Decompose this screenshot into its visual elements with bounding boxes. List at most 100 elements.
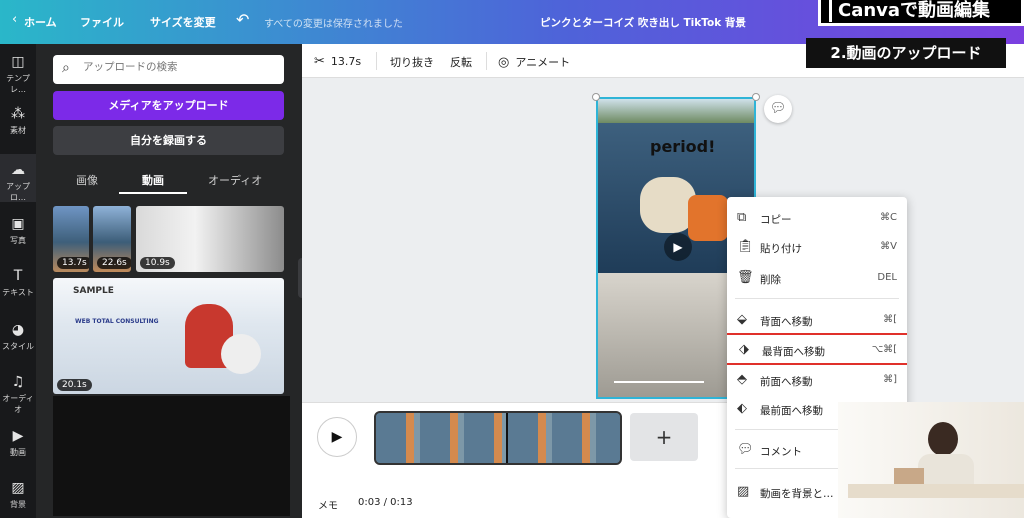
- timecode: 0:03 / 0:13: [358, 497, 413, 508]
- video-icon: ▶: [12, 428, 24, 444]
- animate-button[interactable]: ◎ アニメート: [498, 54, 570, 70]
- menu-shortcut: ⌘V: [880, 241, 897, 252]
- copy-icon: ⧉: [737, 210, 747, 225]
- media-tabs: 画像 動画 オーディオ: [53, 168, 284, 194]
- uploads-panel: ⌕ メディアをアップロード 自分を録画する 画像 動画 オーディオ 13.7s …: [36, 44, 302, 518]
- tab-images[interactable]: 画像: [76, 172, 98, 188]
- rail-item-elements[interactable]: ⁂ 素材: [0, 106, 36, 136]
- animate-label: アニメート: [515, 56, 571, 69]
- menu-item-copy[interactable]: ⧉ コピー ⌘C: [727, 205, 907, 231]
- video-thumbnail[interactable]: SAMPLE WEB TOTAL CONSULTING 20.1s: [53, 278, 284, 394]
- menu-label: 前面へ移動: [760, 376, 813, 388]
- rail-item-audio[interactable]: ♫ オーディオ: [0, 374, 36, 415]
- add-page-button[interactable]: +: [630, 413, 698, 461]
- send-backward-icon: ⬙: [737, 312, 747, 327]
- search-input[interactable]: [83, 61, 273, 73]
- subtitle-overlay: 2.動画のアップロード: [806, 38, 1006, 68]
- resize-menu[interactable]: サイズを変更: [150, 14, 216, 30]
- background-icon: ▨: [737, 484, 750, 499]
- document-title[interactable]: ピンクとターコイズ 吹き出し TikTok 背景: [540, 15, 746, 30]
- bring-forward-icon: ⬘: [737, 372, 747, 387]
- video-caption: period!: [650, 137, 716, 156]
- menu-label: 最背面へ移動: [762, 346, 825, 358]
- playhead[interactable]: [502, 413, 512, 463]
- rail-item-uploads[interactable]: ☁ アップロ…: [0, 154, 36, 202]
- video-title-overlay: Canvaで動画編集: [818, 0, 1024, 26]
- play-button[interactable]: ▶: [317, 417, 357, 457]
- play-icon: ▶: [331, 429, 343, 445]
- layout-icon: ◫: [11, 54, 25, 70]
- rail-label: 写真: [10, 236, 26, 245]
- overlay-title-text: Canvaで動画編集: [838, 0, 991, 21]
- rail-item-background[interactable]: ▨ 背景: [0, 480, 36, 510]
- elements-icon: ⁂: [11, 106, 25, 122]
- video-thumbnail[interactable]: 13.7s: [53, 206, 89, 272]
- chevron-left-icon[interactable]: ‹: [12, 12, 17, 27]
- comment-icon: 💬︎: [769, 101, 787, 116]
- menu-item-paste[interactable]: 📋︎ 貼り付け ⌘V: [727, 234, 907, 260]
- scissors-icon: ✂: [314, 54, 325, 69]
- upload-media-button[interactable]: メディアをアップロード: [53, 91, 284, 120]
- menu-label: 動画を背景と…: [760, 488, 834, 500]
- rail-item-templates[interactable]: ◫ テンプレ…: [0, 54, 36, 95]
- video-thumbnail[interactable]: 10.9s: [136, 206, 284, 272]
- tab-audio[interactable]: オーディオ: [208, 172, 262, 188]
- rail-label: 動画: [10, 448, 26, 457]
- background-icon: ▨: [11, 480, 25, 496]
- crop-button[interactable]: 切り抜き: [390, 54, 434, 70]
- notes-button[interactable]: メモ: [318, 497, 338, 512]
- rail-item-styles[interactable]: ◕ スタイル: [0, 322, 36, 352]
- duration-label: 13.7s: [330, 55, 362, 68]
- rail-label: オーディオ: [2, 394, 34, 414]
- play-icon[interactable]: ▶: [664, 233, 692, 261]
- rail-label: 背景: [10, 500, 26, 509]
- search-box[interactable]: ⌕: [53, 55, 284, 84]
- paste-icon: 📋︎: [737, 239, 754, 254]
- side-nav: ◫ テンプレ… ⁂ 素材 ☁ アップロ… ▣ 写真 T テキスト ◕ スタイル ♫ オーディオ…: [0, 44, 36, 518]
- add-comment-button[interactable]: 💬︎: [764, 95, 792, 123]
- menu-label: コメント: [760, 446, 802, 458]
- thumbnail-subtitle: WEB TOTAL CONSULTING: [75, 318, 159, 325]
- flip-button[interactable]: 反転: [450, 54, 472, 70]
- rail-label: アップロ…: [6, 182, 30, 202]
- record-yourself-button[interactable]: 自分を録画する: [53, 126, 284, 155]
- resize-handle[interactable]: [592, 93, 600, 101]
- text-icon: T: [13, 268, 23, 284]
- panel-empty-area: [53, 396, 290, 516]
- file-menu[interactable]: ファイル: [80, 14, 124, 30]
- menu-shortcut: ⌘[: [883, 314, 897, 325]
- photo-icon: ▣: [11, 216, 25, 232]
- undo-icon[interactable]: ↶: [236, 10, 249, 29]
- video-progress: [614, 381, 704, 383]
- rail-item-video[interactable]: ▶ 動画: [0, 428, 36, 458]
- divider: [376, 52, 377, 70]
- menu-divider: [735, 298, 899, 299]
- video-thumbnail[interactable]: 22.6s: [93, 206, 131, 272]
- trash-icon: 🗑︎: [737, 270, 754, 285]
- menu-shortcut: ⌥⌘[: [871, 344, 897, 355]
- resize-handle[interactable]: [752, 93, 760, 101]
- duration-badge: 10.9s: [140, 257, 175, 269]
- active-tab-indicator: [119, 192, 187, 194]
- tab-videos[interactable]: 動画: [142, 172, 164, 188]
- send-to-back-icon: ⬗: [739, 342, 749, 357]
- timeline-clip[interactable]: [374, 411, 622, 465]
- home-button[interactable]: ホーム: [24, 14, 57, 30]
- trim-button[interactable]: ✂ 13.7s: [314, 54, 361, 69]
- menu-item-send-backward[interactable]: ⬙ 背面へ移動 ⌘[: [727, 307, 907, 333]
- rail-item-text[interactable]: T テキスト: [0, 268, 36, 298]
- menu-label: 貼り付け: [760, 243, 802, 255]
- thumbnail-snowboard: [221, 334, 261, 374]
- menu-shortcut: DEL: [877, 272, 897, 283]
- video-sky: [598, 99, 754, 123]
- menu-label: 背面へ移動: [760, 316, 813, 328]
- video-lifejacket: [688, 195, 728, 241]
- upload-icon: ☁: [11, 162, 25, 178]
- rail-item-photos[interactable]: ▣ 写真: [0, 216, 36, 246]
- menu-item-send-to-back[interactable]: ⬗ 最背面へ移動 ⌥⌘[: [727, 333, 907, 365]
- menu-item-delete[interactable]: 🗑︎ 削除 DEL: [727, 265, 907, 291]
- duration-badge: 20.1s: [57, 379, 92, 391]
- menu-label: コピー: [760, 214, 792, 226]
- webcam-desk: [848, 484, 1024, 498]
- menu-item-bring-forward[interactable]: ⬘ 前面へ移動 ⌘]: [727, 367, 907, 393]
